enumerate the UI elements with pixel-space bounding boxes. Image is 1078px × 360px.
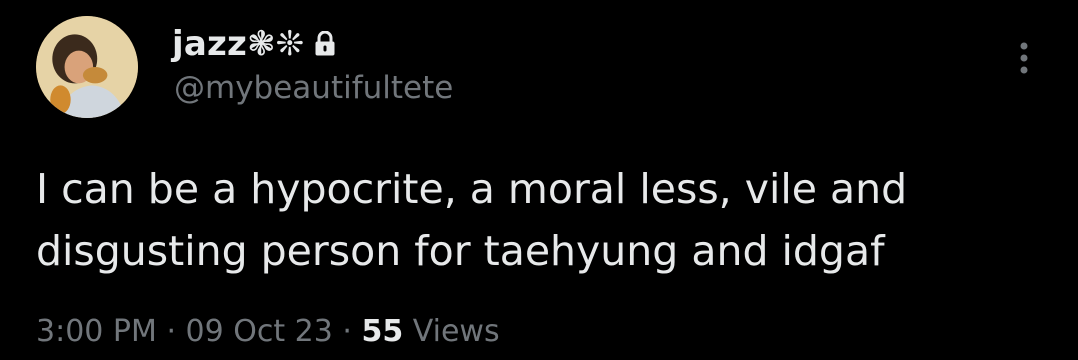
author-name-row: jazz❃❊ bbox=[172, 22, 336, 66]
meta-separator: · bbox=[342, 314, 352, 349]
tweet-date[interactable]: 09 Oct 23 bbox=[186, 314, 333, 349]
display-name[interactable]: jazz❃❊ bbox=[172, 24, 304, 64]
tweet-meta: 3:00 PM · 09 Oct 23 · 55 Views bbox=[36, 314, 500, 349]
meta-separator: · bbox=[166, 314, 176, 349]
avatar[interactable] bbox=[36, 16, 138, 118]
views-label: Views bbox=[412, 314, 500, 349]
tweet-card[interactable]: jazz❃❊ @mybeautifultete I can be a hypoc… bbox=[0, 0, 1078, 360]
tweet-text: I can be a hypocrite, a moral less, vile… bbox=[36, 158, 1046, 282]
more-options-icon[interactable] bbox=[1012, 38, 1036, 78]
lock-icon bbox=[315, 31, 335, 56]
views-count[interactable]: 55 bbox=[361, 314, 403, 349]
tweet-time[interactable]: 3:00 PM bbox=[36, 314, 157, 349]
tweet-text-line: I can be a hypocrite, a moral less, vile… bbox=[36, 165, 908, 213]
tweet-text-line: disgusting person for taehyung and idgaf bbox=[36, 227, 885, 275]
author-handle[interactable]: @mybeautifultete bbox=[174, 70, 453, 106]
avatar-image bbox=[36, 16, 138, 118]
